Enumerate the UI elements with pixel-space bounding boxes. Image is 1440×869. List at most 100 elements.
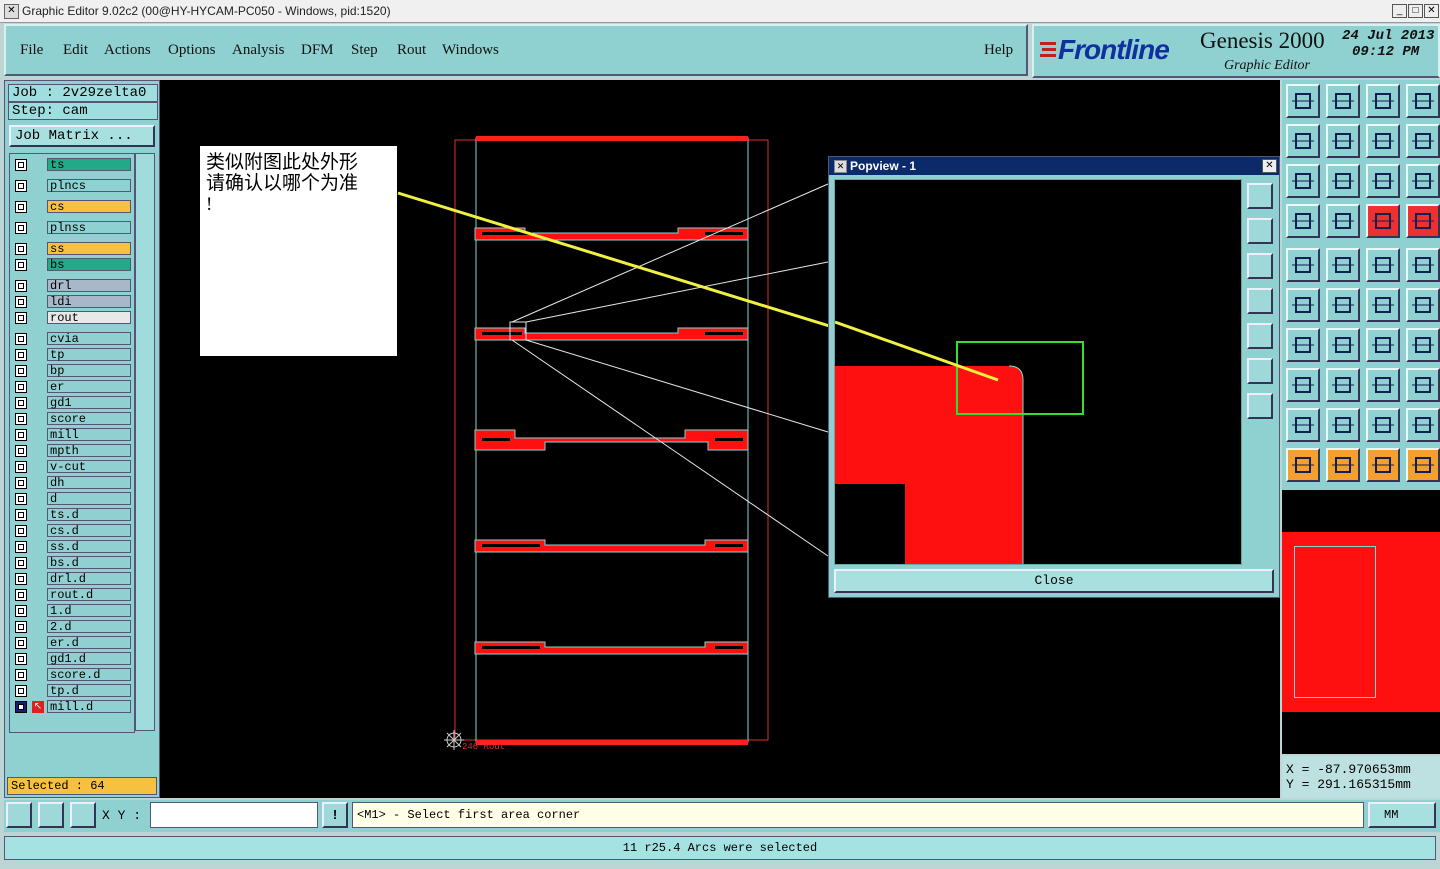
layer-checkbox[interactable]	[15, 381, 27, 393]
rotate-icon[interactable]	[1366, 328, 1400, 362]
units-select[interactable]: MM	[1368, 802, 1436, 828]
layer-row-gd1-d[interactable]: gd1.d	[12, 652, 132, 666]
menu-rout[interactable]: Rout	[397, 42, 426, 59]
layer-row-ts[interactable]: ts	[12, 158, 132, 172]
layer-name[interactable]: ss	[47, 242, 131, 256]
menu-dfm[interactable]: DFM	[301, 42, 334, 59]
pan-left-icon[interactable]	[1286, 124, 1320, 158]
close-window-button[interactable]: ✕	[1424, 4, 1439, 18]
layer-checkbox[interactable]	[15, 653, 27, 665]
layer-name[interactable]: tp	[47, 348, 131, 362]
layer-row-er[interactable]: er	[12, 380, 132, 394]
layer-checkbox[interactable]	[15, 573, 27, 585]
menu-windows[interactable]: Windows	[442, 42, 499, 59]
layer-name[interactable]: ts.d	[47, 508, 131, 522]
layer-checkbox[interactable]	[15, 541, 27, 553]
layer-checkbox[interactable]	[15, 243, 27, 255]
select-chain-icon[interactable]	[1406, 448, 1440, 482]
layer-checkbox[interactable]	[15, 525, 27, 537]
layer-checkbox[interactable]	[15, 557, 27, 569]
layer-list-scrollbar[interactable]	[135, 153, 155, 731]
layer-name[interactable]: mill	[47, 428, 131, 442]
menu-help[interactable]: Help	[984, 42, 1013, 59]
layer-name[interactable]: score.d	[47, 668, 131, 682]
layer-row-ldi[interactable]: ldi	[12, 295, 132, 309]
layer-name[interactable]: ldi	[47, 295, 131, 309]
layer-name[interactable]: ss.d	[47, 540, 131, 554]
popview-zoom-in-icon[interactable]	[1247, 183, 1273, 209]
minimize-button[interactable]: _	[1392, 4, 1407, 18]
layer-row-cs[interactable]: cs	[12, 200, 132, 214]
layer-checkbox[interactable]	[15, 365, 27, 377]
layer-checkbox[interactable]	[15, 259, 27, 271]
layer-checkbox[interactable]	[15, 477, 27, 489]
grid-mode-icon[interactable]	[70, 802, 96, 828]
maximize-button[interactable]: □	[1408, 4, 1423, 18]
circle-icon[interactable]	[1406, 248, 1440, 282]
ruler-icon[interactable]	[1366, 248, 1400, 282]
line-icon[interactable]	[1286, 328, 1320, 362]
layer-name[interactable]: er	[47, 380, 131, 394]
cross-icon[interactable]	[1326, 288, 1360, 322]
home-icon[interactable]	[1366, 84, 1400, 118]
popview-canvas[interactable]	[834, 179, 1242, 565]
menu-analysis[interactable]: Analysis	[232, 42, 285, 59]
layer-row-cvia[interactable]: cvia	[12, 332, 132, 346]
layer-checkbox[interactable]	[15, 397, 27, 409]
layer-row-ss[interactable]: ss	[12, 242, 132, 256]
layer-row-drl[interactable]: drl	[12, 279, 132, 293]
layer-name[interactable]: drl.d	[47, 572, 131, 586]
layer-name[interactable]: mpth	[47, 444, 131, 458]
layer-row-mpth[interactable]: mpth	[12, 444, 132, 458]
layer-checkbox[interactable]	[15, 296, 27, 308]
zoom-fit-icon[interactable]	[1286, 164, 1320, 198]
layer-row-plnss[interactable]: plnss	[12, 221, 132, 235]
previous-icon[interactable]	[1366, 124, 1400, 158]
layer-row-1-d[interactable]: 1.d	[12, 604, 132, 618]
layer-checkbox[interactable]	[15, 413, 27, 425]
layer-name[interactable]: plncs	[47, 179, 131, 193]
layer-checkbox[interactable]	[15, 349, 27, 361]
layer-checkbox[interactable]	[15, 445, 27, 457]
pad-icon[interactable]	[1286, 248, 1320, 282]
undo-icon[interactable]	[1286, 84, 1320, 118]
menu-actions[interactable]: Actions	[104, 42, 151, 59]
layer-name[interactable]: score	[47, 412, 131, 426]
layer-name[interactable]: dh	[47, 476, 131, 490]
layer-checkbox[interactable]	[15, 493, 27, 505]
snap-mode-icon[interactable]	[6, 802, 32, 828]
split-icon[interactable]	[1406, 328, 1440, 362]
popview-pan-left-icon[interactable]	[1247, 288, 1273, 314]
layer-row-drl-d[interactable]: drl.d	[12, 572, 132, 586]
layer-row-cs-d[interactable]: cs.d	[12, 524, 132, 538]
menu-step[interactable]: Step	[351, 42, 378, 59]
menu-file[interactable]: File	[20, 42, 43, 59]
layer-checkbox[interactable]	[15, 621, 27, 633]
layer-checkbox[interactable]	[15, 280, 27, 292]
layer-name[interactable]: bp	[47, 364, 131, 378]
layer-name[interactable]: mill.d	[47, 700, 131, 714]
help-icon[interactable]	[1406, 164, 1440, 198]
pan-right-icon[interactable]	[1326, 124, 1360, 158]
settings-icon[interactable]	[1286, 204, 1320, 238]
layer-row-score-d[interactable]: score.d	[12, 668, 132, 682]
select-box-icon[interactable]	[1326, 448, 1360, 482]
popview-pan-up-icon[interactable]	[1247, 218, 1273, 244]
layer-checkbox[interactable]	[15, 461, 27, 473]
popview-close-icon[interactable]: ✕	[1262, 159, 1277, 173]
layer-row-bp[interactable]: bp	[12, 364, 132, 378]
point-icon[interactable]	[1286, 368, 1320, 402]
layer-name[interactable]: 1.d	[47, 604, 131, 618]
layer-checkbox[interactable]	[15, 669, 27, 681]
popview-fit-icon[interactable]	[1247, 358, 1273, 384]
popview-center-icon[interactable]	[1247, 393, 1273, 419]
layer-name[interactable]: cs	[47, 200, 131, 214]
layer-name[interactable]: v-cut	[47, 460, 131, 474]
redo-icon[interactable]	[1326, 84, 1360, 118]
layer-name[interactable]: cs.d	[47, 524, 131, 538]
layer-checkbox[interactable]	[15, 159, 27, 171]
layer-row-rout[interactable]: rout	[12, 311, 132, 325]
layer-row-tp-d[interactable]: tp.d	[12, 684, 132, 698]
layer-checkbox[interactable]	[15, 685, 27, 697]
exclamation-icon[interactable]: !	[322, 802, 348, 828]
